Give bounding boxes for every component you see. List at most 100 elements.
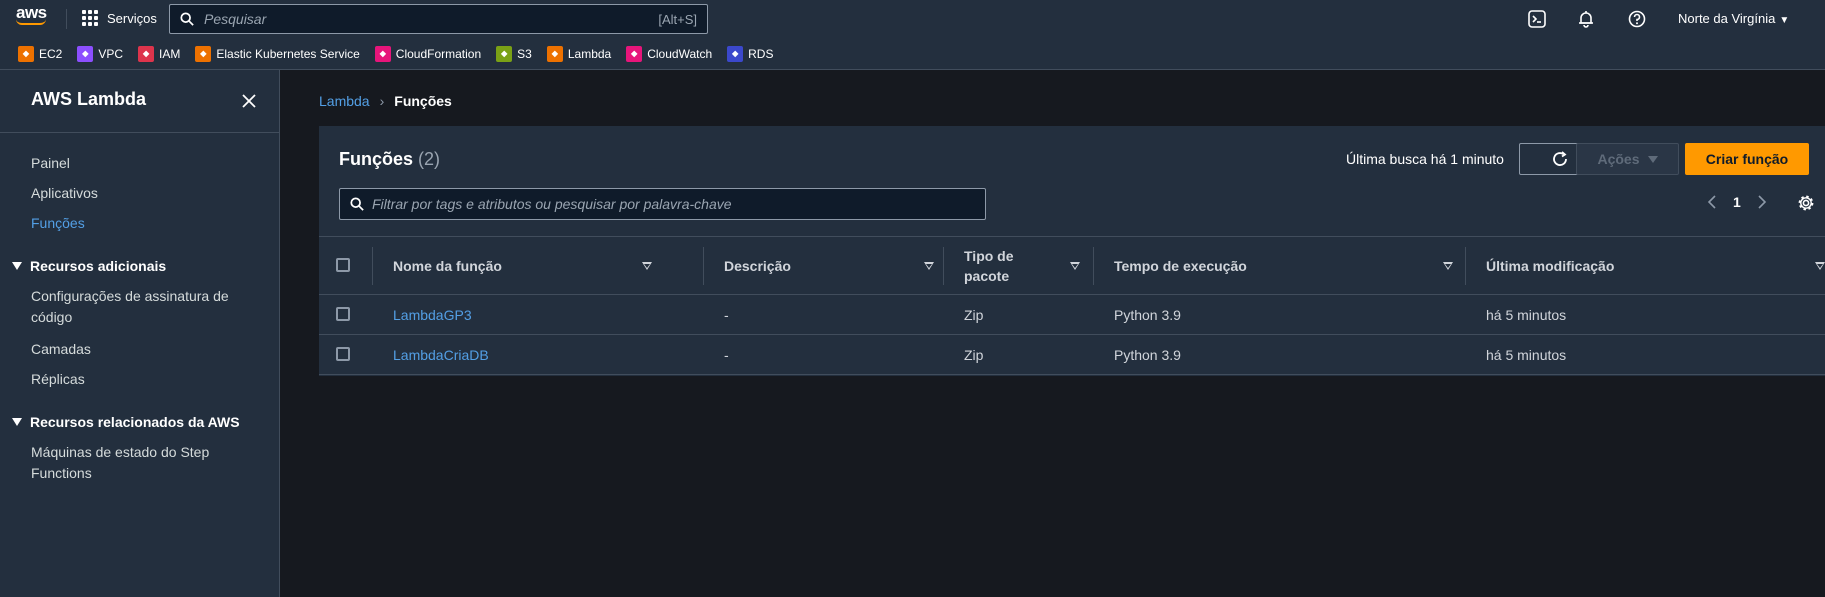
service-icon: ◆: [138, 45, 155, 62]
sidebar-divider: [0, 132, 280, 133]
favorite-label: EC2: [39, 46, 63, 61]
row-checkbox[interactable]: [336, 347, 350, 361]
service-icon: ◆: [626, 45, 643, 62]
function-name-link[interactable]: LambdaGP3: [393, 295, 472, 334]
sidebar-item-camadas[interactable]: Camadas: [31, 339, 91, 360]
select-all-checkbox[interactable]: [336, 258, 350, 272]
grid-icon: [82, 10, 98, 26]
sidebar-section-recursos-relacionados[interactable]: Recursos relacionados da AWS: [12, 414, 240, 430]
package-type: Zip: [964, 306, 984, 323]
column-separator: [1093, 247, 1094, 285]
sidebar: AWS Lambda Painel Aplicativos Funções Re…: [0, 70, 280, 597]
breadcrumb: Lambda › Funções: [319, 93, 452, 109]
breadcrumb-current: Funções: [394, 93, 452, 109]
caret-down-icon: ▼: [1779, 15, 1790, 26]
service-icon: ◆: [727, 45, 744, 62]
sidebar-section-recursos-adicionais[interactable]: Recursos adicionais: [12, 258, 166, 274]
pagination: 1: [1705, 194, 1769, 210]
runtime: Python 3.9: [1114, 346, 1181, 363]
sidebar-item-code-signing[interactable]: Configurações de assinatura de código: [31, 286, 229, 328]
chevron-left-icon[interactable]: [1705, 194, 1721, 210]
cloudshell-icon[interactable]: [1528, 10, 1546, 28]
help-icon[interactable]: [1628, 10, 1646, 28]
region-label: Norte da Virgínia: [1678, 11, 1776, 26]
gear-icon[interactable]: [1797, 194, 1815, 212]
column-header-tempo-execucao[interactable]: Tempo de execução: [1114, 237, 1454, 294]
last-modified: há 5 minutos: [1486, 306, 1567, 323]
favorite-lambda[interactable]: ◆ Lambda: [546, 45, 611, 62]
table-body: LambdaGP3 - Zip Python 3.9 há 5 minutos Lambd…: [319, 295, 1825, 375]
favorite-label: RDS: [748, 46, 774, 61]
function-description: -: [724, 306, 729, 323]
service-icon: ◆: [546, 45, 563, 62]
sort-icon: [1070, 262, 1080, 270]
sidebar-item-replicas[interactable]: Réplicas: [31, 369, 85, 390]
region-selector[interactable]: Norte da Virgínia ▼: [1678, 11, 1789, 26]
chevron-right-icon[interactable]: [1753, 194, 1769, 210]
favorite-label: Elastic Kubernetes Service: [216, 46, 360, 61]
favorite-ec2[interactable]: ◆ EC2: [18, 45, 63, 62]
service-icon: ◆: [496, 45, 513, 62]
last-search-text: Última busca há 1 minuto: [1346, 151, 1504, 167]
favorite-rds[interactable]: ◆ RDS: [727, 45, 774, 62]
services-menu-button[interactable]: Serviços: [82, 10, 157, 26]
table-header: Nome da função Descrição Tipo de pacote T…: [319, 236, 1825, 295]
column-label: Descrição: [724, 257, 791, 274]
table-row: LambdaGP3 - Zip Python 3.9 há 5 minutos: [319, 295, 1825, 335]
table-row: LambdaCriaDB - Zip Python 3.9 há 5 minutos: [319, 335, 1825, 375]
favorite-elastic-kubernetes-service[interactable]: ◆ Elastic Kubernetes Service: [195, 45, 360, 62]
caret-down-icon: [12, 262, 22, 270]
sidebar-item-label: código: [31, 309, 73, 325]
search-input[interactable]: [204, 11, 659, 27]
service-icon: ◆: [195, 45, 212, 62]
favorite-label: S3: [517, 46, 532, 61]
favorite-s3[interactable]: ◆ S3: [496, 45, 532, 62]
favorite-iam[interactable]: ◆ IAM: [138, 45, 180, 62]
row-checkbox[interactable]: [336, 307, 350, 321]
sidebar-item-label: Functions: [31, 465, 92, 481]
column-separator: [703, 247, 704, 285]
section-label: Recursos adicionais: [30, 258, 167, 274]
close-icon[interactable]: [240, 92, 258, 110]
functions-panel: Funções (2) Última busca há 1 minuto Açõ…: [319, 126, 1825, 376]
column-header-tipo-pacote[interactable]: Tipo de pacote: [964, 237, 1084, 294]
favorite-label: CloudFormation: [395, 46, 482, 61]
favorite-cloudformation[interactable]: ◆ CloudFormation: [374, 45, 482, 62]
sidebar-item-funcoes[interactable]: Funções: [31, 213, 85, 234]
sidebar-title: AWS Lambda: [31, 89, 147, 109]
aws-logo[interactable]: aws: [16, 4, 50, 31]
favorite-cloudwatch[interactable]: ◆ CloudWatch: [626, 45, 713, 62]
column-separator: [943, 247, 944, 285]
search-icon: [350, 197, 364, 211]
page-number[interactable]: 1: [1733, 194, 1741, 210]
search-icon: [180, 12, 194, 26]
section-label: Recursos relacionados da AWS: [30, 414, 240, 430]
panel-title-text: Funções: [339, 149, 414, 169]
sidebar-item-label: Máquinas de estado do Step: [31, 444, 210, 460]
column-header-ultima-modificacao[interactable]: Última modificação: [1486, 237, 1825, 294]
service-icon: ◆: [77, 45, 94, 62]
sort-icon: [924, 262, 934, 270]
panel-title: Funções (2): [339, 149, 440, 170]
sort-icon: [1443, 262, 1453, 270]
search-shortcut-hint: [Alt+S]: [658, 11, 697, 27]
actions-button[interactable]: Ações: [1576, 143, 1679, 175]
sidebar-item-aplicativos[interactable]: Aplicativos: [31, 183, 98, 204]
create-function-button[interactable]: Criar função: [1685, 143, 1809, 175]
column-header-descricao[interactable]: Descrição: [724, 237, 934, 294]
column-header-nome[interactable]: Nome da função: [393, 237, 663, 294]
filter-box[interactable]: [339, 188, 986, 220]
favorite-label: VPC: [98, 46, 124, 61]
favorite-label: CloudWatch: [647, 46, 713, 61]
global-search-box[interactable]: [Alt+S]: [169, 4, 708, 34]
sort-icon: [1815, 262, 1825, 270]
sidebar-item-painel[interactable]: Painel: [31, 153, 70, 174]
function-name-link[interactable]: LambdaCriaDB: [393, 335, 489, 374]
favorite-vpc[interactable]: ◆ VPC: [77, 45, 124, 62]
breadcrumb-lambda[interactable]: Lambda: [319, 93, 370, 109]
bell-icon[interactable]: [1577, 10, 1595, 28]
divider: [66, 9, 67, 29]
sidebar-item-step-functions[interactable]: Máquinas de estado do Step Functions: [31, 442, 209, 484]
filter-input[interactable]: [372, 196, 975, 212]
column-label: Tipo de: [964, 247, 1014, 264]
